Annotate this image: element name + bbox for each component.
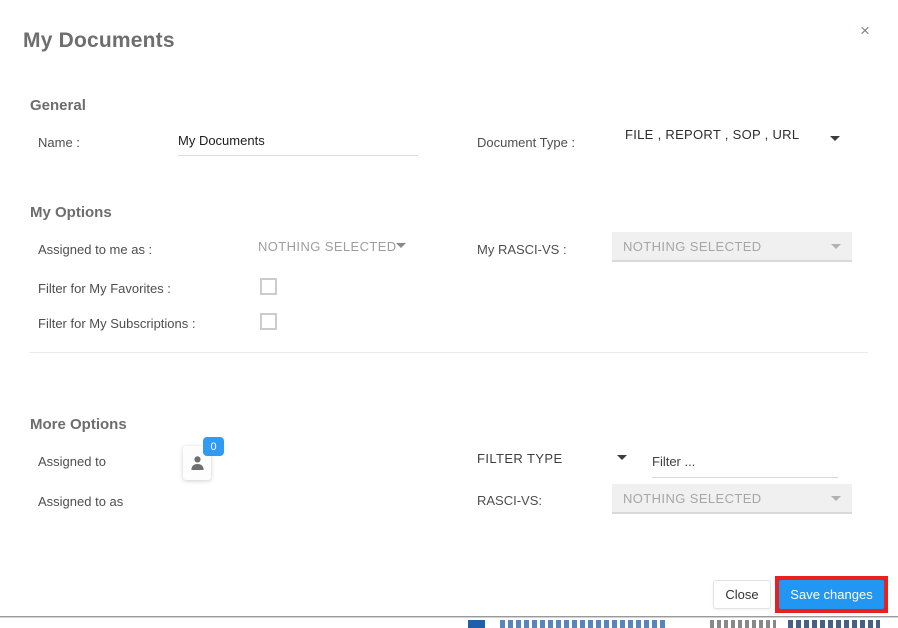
filter-type-select[interactable]: FILTER TYPE [477, 450, 563, 468]
filter-input[interactable] [652, 446, 838, 478]
close-icon[interactable]: × [854, 19, 876, 43]
page-title: My Documents [23, 29, 175, 52]
close-button[interactable]: Close [713, 580, 771, 609]
rasci-select: NOTHING SELECTED [612, 484, 852, 514]
assigned-to-me-select[interactable]: NOTHING SELECTED [258, 238, 397, 256]
name-input[interactable] [178, 126, 418, 156]
favorites-checkbox[interactable] [260, 278, 277, 295]
document-type-select[interactable]: FILE , REPORT , SOP , URL [625, 126, 843, 152]
section-heading-more-options: More Options [30, 416, 127, 433]
my-rasci-value: NOTHING SELECTED [623, 238, 762, 254]
name-label: Name : [38, 135, 80, 150]
assigned-to-label: Assigned to [38, 454, 106, 469]
document-type-label: Document Type : [477, 135, 576, 150]
modal-bottom-edge [0, 616, 898, 618]
document-type-value: FILE , REPORT , SOP , URL [625, 127, 800, 142]
chevron-down-icon [830, 136, 840, 141]
section-heading-general: General [30, 97, 86, 114]
favorites-label: Filter for My Favorites : [38, 281, 171, 296]
clipped-text-fragment [788, 620, 880, 628]
clipped-text-fragment [710, 620, 776, 628]
chevron-down-icon [396, 243, 406, 248]
save-button-highlight: Save changes [775, 576, 888, 613]
save-changes-button[interactable]: Save changes [779, 580, 884, 609]
my-rasci-select: NOTHING SELECTED [612, 232, 852, 262]
chevron-down-icon [617, 455, 627, 460]
section-heading-my-options: My Options [30, 204, 112, 221]
assigned-to-as-label: Assigned to as [38, 494, 124, 509]
chevron-down-icon [831, 243, 841, 249]
clipped-link-fragment [500, 620, 666, 628]
subscriptions-checkbox[interactable] [260, 313, 277, 330]
rasci-label: RASCI-VS: [477, 493, 543, 508]
filter-type-value: FILTER TYPE [477, 451, 563, 466]
rasci-value: NOTHING SELECTED [623, 490, 762, 506]
person-icon [190, 456, 204, 470]
section-divider [30, 352, 868, 353]
assigned-count-badge: 0 [203, 437, 224, 456]
clipped-file-icon [468, 620, 485, 628]
assigned-to-me-value: NOTHING SELECTED [258, 239, 397, 254]
my-rasci-label: My RASCI-VS : [477, 242, 567, 257]
chevron-down-icon [831, 495, 841, 501]
assigned-to-me-label: Assigned to me as : [38, 242, 153, 257]
subscriptions-label: Filter for My Subscriptions : [38, 316, 196, 331]
